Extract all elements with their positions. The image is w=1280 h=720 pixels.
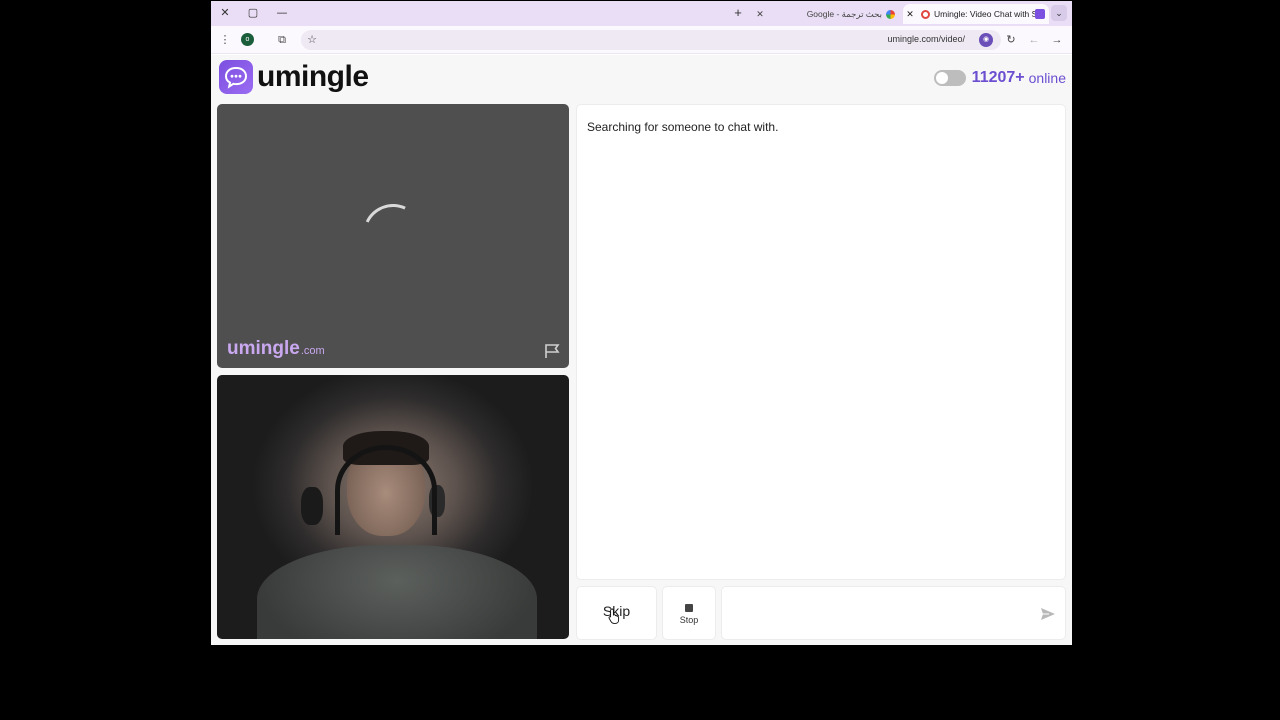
report-flag-icon[interactable] xyxy=(543,343,561,359)
new-tab-button[interactable]: + xyxy=(731,5,745,21)
extensions-icon[interactable]: ⧉ xyxy=(274,32,290,48)
self-camera-video xyxy=(217,375,569,639)
tab-umingle[interactable]: ✕ Umingle: Video Chat with St xyxy=(903,4,1049,24)
headset-band xyxy=(335,445,437,535)
tab-close-icon[interactable]: ✕ xyxy=(903,9,917,20)
address-bar[interactable]: umingle.com/video/ ◉ xyxy=(301,30,1001,50)
online-indicator: 11207+ online xyxy=(933,69,1066,87)
person-body xyxy=(257,545,537,639)
logo-text: umingle xyxy=(257,60,369,93)
bookmark-star-icon[interactable]: ☆ xyxy=(304,32,320,48)
site-extension-icon[interactable]: ◉ xyxy=(979,33,993,47)
reload-icon[interactable]: ↻ xyxy=(1003,32,1019,48)
video-watermark: umingle.com xyxy=(227,338,325,360)
stop-icon xyxy=(685,604,693,612)
online-label: online xyxy=(1028,70,1066,86)
loading-spinner-icon xyxy=(354,195,432,273)
tab-strip: ✕ ▢ — + ✕ Google - بحث ترجمة ✕ Umingle: … xyxy=(211,1,1072,26)
stop-button[interactable]: Stop xyxy=(662,586,716,640)
back-icon[interactable]: ← xyxy=(1026,32,1042,48)
window-minimize-button[interactable]: — xyxy=(273,5,291,21)
umingle-favicon-icon xyxy=(1035,9,1045,19)
tab-google-search[interactable]: ✕ Google - بحث ترجمة xyxy=(753,4,899,24)
chat-status-message: Searching for someone to chat with. xyxy=(587,120,779,134)
mouse-cursor-icon xyxy=(608,608,620,624)
stop-label: Stop xyxy=(679,615,699,625)
google-favicon-icon xyxy=(886,9,895,19)
watermark-tld: .com xyxy=(300,345,325,357)
recording-favicon-icon xyxy=(921,9,930,19)
chat-log: Searching for someone to chat with. xyxy=(576,104,1066,580)
profile-avatar[interactable]: o xyxy=(241,33,254,46)
tab-title: Umingle: Video Chat with St xyxy=(934,9,1035,19)
watermark-brand: umingle xyxy=(227,338,300,359)
tab-search-button[interactable]: ⌄ xyxy=(1051,5,1067,21)
tab-title: Google - بحث ترجمة xyxy=(806,8,882,19)
stranger-video: umingle.com xyxy=(217,104,569,368)
chat-bubble-icon xyxy=(219,60,253,94)
site-logo[interactable]: umingle xyxy=(219,60,369,94)
theme-toggle[interactable] xyxy=(933,70,966,86)
message-input[interactable] xyxy=(726,591,1026,621)
forward-icon[interactable]: → xyxy=(1049,32,1065,48)
page-content: umingle 11207+ online umingle.com Search… xyxy=(211,55,1072,645)
window-maximize-button[interactable]: ▢ xyxy=(244,5,262,21)
browser-menu-icon[interactable]: ⋮ xyxy=(217,32,233,48)
send-icon[interactable] xyxy=(1040,606,1056,622)
headset-earcup xyxy=(301,487,323,525)
window-close-button[interactable]: ✕ xyxy=(216,5,234,21)
tab-close-icon[interactable]: ✕ xyxy=(753,9,767,20)
browser-toolbar: ⋮ o ⧉ ☆ umingle.com/video/ ◉ ↻ ← → xyxy=(211,26,1072,54)
url-text: umingle.com/video/ xyxy=(887,34,965,44)
message-composer xyxy=(721,586,1066,640)
online-count: 11207+ xyxy=(971,69,1025,86)
browser-window: ✕ ▢ — + ✕ Google - بحث ترجمة ✕ Umingle: … xyxy=(211,1,1072,645)
